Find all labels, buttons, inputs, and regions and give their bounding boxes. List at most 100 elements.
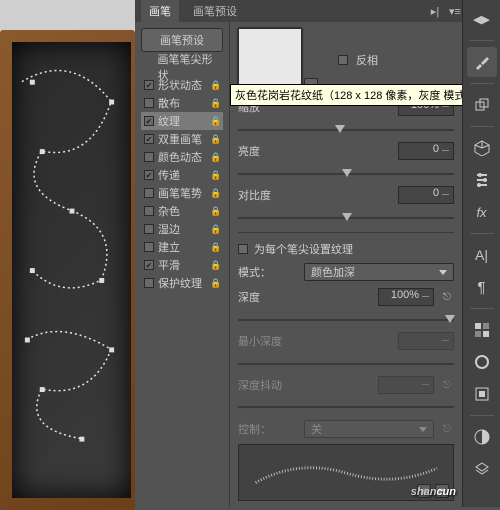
lock-icon[interactable]: 🔒 bbox=[210, 224, 220, 235]
each-tip-label: 为每个笔尖设置纹理 bbox=[254, 241, 353, 257]
option-label: 形状动态 bbox=[158, 77, 202, 93]
layers-icon[interactable] bbox=[467, 454, 497, 484]
character-icon[interactable]: A| bbox=[467, 240, 497, 270]
option-checkbox[interactable] bbox=[144, 170, 154, 180]
option-1[interactable]: 形状动态 🔒 bbox=[141, 76, 223, 94]
control-link-icon: ⎋ bbox=[440, 422, 454, 436]
option-6[interactable]: 传递 🔒 bbox=[141, 166, 223, 184]
brightness-slider[interactable] bbox=[238, 167, 454, 180]
3d-icon[interactable] bbox=[467, 133, 497, 163]
option-4[interactable]: 双重画笔 🔒 bbox=[141, 130, 223, 148]
option-label: 保护纹理 bbox=[158, 275, 202, 291]
tab-brush-presets[interactable]: 画笔预设 bbox=[185, 0, 245, 22]
chalkboard-frame bbox=[0, 30, 135, 510]
contrast-slider[interactable] bbox=[238, 211, 454, 224]
lock-icon[interactable]: 🔒 bbox=[210, 206, 220, 217]
brush-tool-icon[interactable] bbox=[467, 47, 497, 77]
lock-icon[interactable]: 🔒 bbox=[210, 278, 220, 289]
option-label: 杂色 bbox=[158, 203, 180, 219]
option-10[interactable]: 建立 🔒 bbox=[141, 238, 223, 256]
option-label: 建立 bbox=[158, 239, 180, 255]
lock-icon[interactable]: 🔒 bbox=[210, 188, 220, 199]
option-checkbox[interactable] bbox=[144, 206, 154, 216]
option-5[interactable]: 颜色动态 🔒 bbox=[141, 148, 223, 166]
option-checkbox[interactable] bbox=[144, 242, 154, 252]
styles-icon[interactable] bbox=[467, 379, 497, 409]
scale-slider[interactable] bbox=[238, 123, 454, 136]
contrast-label: 对比度 bbox=[238, 187, 298, 203]
adjustments-icon[interactable] bbox=[467, 422, 497, 452]
option-3[interactable]: 纹理 🔒 bbox=[141, 112, 223, 130]
option-label: 散布 bbox=[158, 95, 180, 111]
canvas-area bbox=[0, 0, 135, 507]
min-depth-field bbox=[398, 332, 454, 350]
option-7[interactable]: 画笔笔势 🔒 bbox=[141, 184, 223, 202]
option-9[interactable]: 湿边 🔒 bbox=[141, 220, 223, 238]
option-label: 双重画笔 bbox=[158, 131, 202, 147]
option-label: 平滑 bbox=[158, 257, 180, 273]
collapse-icon[interactable]: ▸| bbox=[428, 4, 442, 18]
option-checkbox[interactable] bbox=[144, 152, 154, 162]
lock-icon[interactable]: 🔒 bbox=[210, 134, 220, 145]
option-checkbox[interactable] bbox=[144, 224, 154, 234]
option-label: 画笔笔势 bbox=[158, 185, 202, 201]
invert-checkbox[interactable] bbox=[338, 55, 348, 65]
right-sidebar: ◀▶ fx A| ¶ bbox=[462, 0, 500, 507]
option-2[interactable]: 散布 🔒 bbox=[141, 94, 223, 112]
control-label: 控制： bbox=[238, 421, 298, 437]
brightness-field[interactable]: 0 bbox=[398, 142, 454, 160]
lock-icon[interactable]: 🔒 bbox=[210, 116, 220, 127]
brush-panel: 画笔 画笔预设 ▸| ▾≡ 画笔预设 画笔笔尖形状形状动态🔒散布🔒纹理🔒双重画笔… bbox=[135, 0, 462, 507]
option-checkbox[interactable] bbox=[144, 80, 154, 90]
each-tip-checkbox[interactable] bbox=[238, 244, 248, 254]
panel-menu-icon[interactable]: ▾≡ bbox=[448, 4, 462, 18]
option-checkbox[interactable] bbox=[144, 116, 154, 126]
contrast-field[interactable]: 0 bbox=[398, 186, 454, 204]
option-12[interactable]: 保护纹理 🔒 bbox=[141, 274, 223, 292]
depth-field[interactable]: 100% bbox=[378, 288, 434, 306]
control-dropdown: 关 bbox=[304, 420, 434, 438]
depth-label: 深度 bbox=[238, 289, 298, 305]
option-checkbox[interactable] bbox=[144, 98, 154, 108]
option-11[interactable]: 平滑 🔒 bbox=[141, 256, 223, 274]
option-0[interactable]: 画笔笔尖形状 bbox=[141, 58, 223, 76]
option-label: 传递 bbox=[158, 167, 180, 183]
option-label: 纹理 bbox=[158, 113, 180, 129]
swatches-icon[interactable] bbox=[467, 315, 497, 345]
color-icon[interactable] bbox=[467, 347, 497, 377]
lock-icon[interactable]: 🔒 bbox=[210, 152, 220, 163]
expand-sidebar-icon[interactable]: ◀▶ bbox=[467, 4, 497, 34]
texture-thumbnail[interactable] bbox=[238, 28, 302, 92]
depth-jitter-label: 深度抖动 bbox=[238, 377, 298, 393]
lock-icon[interactable]: 🔒 bbox=[210, 260, 220, 271]
texture-settings: ▾ 反相 灰色花岗岩花纹纸（128 x 128 像素，灰度 模式） 缩放 100… bbox=[230, 22, 462, 507]
properties-icon[interactable] bbox=[467, 165, 497, 195]
option-checkbox[interactable] bbox=[144, 278, 154, 288]
lock-icon[interactable]: 🔒 bbox=[210, 170, 220, 181]
lock-icon[interactable]: 🔒 bbox=[210, 80, 220, 91]
lock-icon[interactable]: 🔒 bbox=[210, 98, 220, 109]
min-depth-slider bbox=[238, 357, 454, 370]
depth-link-icon[interactable]: ⎋ bbox=[440, 290, 454, 304]
option-checkbox[interactable] bbox=[144, 260, 154, 270]
option-label: 颜色动态 bbox=[158, 149, 202, 165]
option-checkbox[interactable] bbox=[144, 134, 154, 144]
min-depth-label: 最小深度 bbox=[238, 333, 298, 349]
option-8[interactable]: 杂色 🔒 bbox=[141, 202, 223, 220]
tab-brush[interactable]: 画笔 bbox=[141, 0, 179, 22]
depth-jitter-link-icon: ⎋ bbox=[440, 378, 454, 392]
option-label: 湿边 bbox=[158, 221, 180, 237]
texture-tooltip: 灰色花岗岩花纹纸（128 x 128 像素，灰度 模式） bbox=[230, 84, 462, 106]
paragraph-icon[interactable]: ¶ bbox=[467, 272, 497, 302]
depth-slider[interactable] bbox=[238, 313, 454, 326]
depth-jitter-field bbox=[378, 376, 434, 394]
fx-icon[interactable]: fx bbox=[467, 197, 497, 227]
lock-icon[interactable]: 🔒 bbox=[210, 242, 220, 253]
mode-label: 模式： bbox=[238, 264, 298, 280]
mode-dropdown[interactable]: 颜色加深 bbox=[304, 263, 454, 281]
invert-label: 反相 bbox=[356, 52, 378, 68]
option-checkbox[interactable] bbox=[144, 188, 154, 198]
brush-presets-button[interactable]: 画笔预设 bbox=[141, 28, 223, 52]
depth-jitter-slider bbox=[238, 400, 454, 413]
clone-source-icon[interactable] bbox=[467, 90, 497, 120]
